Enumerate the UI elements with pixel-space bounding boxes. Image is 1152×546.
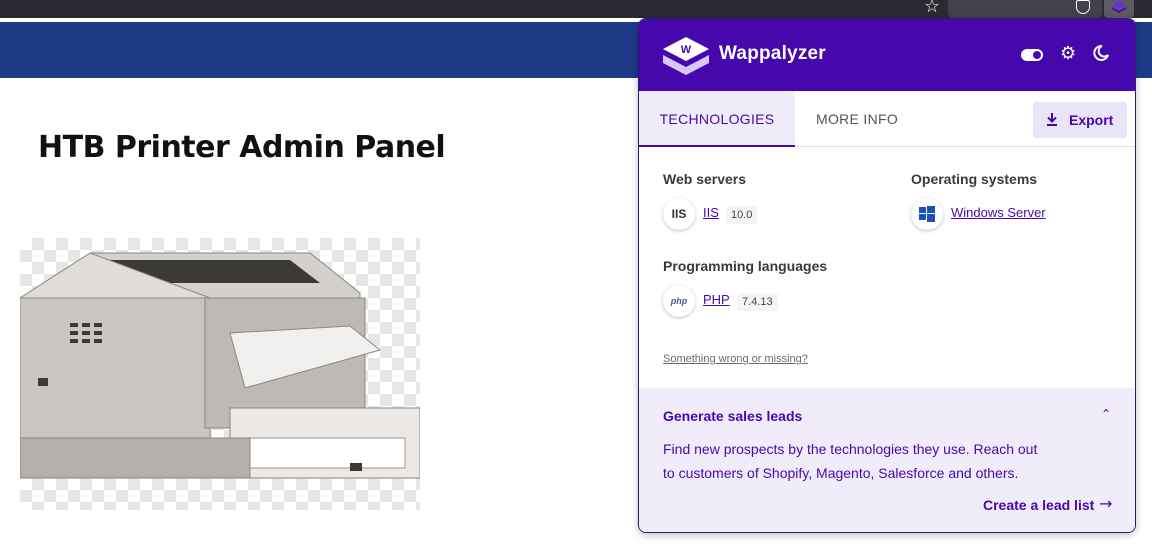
gear-icon[interactable]: ⚙ [1060, 44, 1076, 64]
bookmark-star-icon[interactable]: ☆ [924, 0, 940, 16]
leads-description: Find new prospects by the technologies t… [663, 437, 1063, 485]
tech-version-iis: 10.0 [726, 206, 758, 224]
toggle-icon[interactable] [1021, 49, 1043, 61]
browser-toolbar: ☆ ⋮ [0, 0, 1152, 18]
moon-icon[interactable] [1093, 45, 1109, 61]
menu-icon[interactable]: ⋮ [1146, 0, 1152, 14]
tech-row-windows-server[interactable]: Windows Server [911, 198, 1111, 230]
export-label: Export [1069, 112, 1114, 128]
tab-technologies[interactable]: TECHNOLOGIES [639, 91, 795, 147]
category-operating-systems: Operating systems [911, 171, 1038, 187]
export-button[interactable]: Export [1033, 102, 1127, 138]
leads-title: Generate sales leads [663, 408, 803, 424]
tech-version-php: 7.4.13 [737, 293, 778, 311]
sales-leads-panel: Generate sales leads ⌃ Find new prospect… [639, 388, 1135, 532]
download-icon [1047, 113, 1057, 126]
create-lead-list-link[interactable]: Create a lead list [983, 497, 1094, 513]
page-title: HTB Printer Admin Panel [38, 130, 446, 165]
windows-icon [911, 198, 943, 230]
wappalyzer-extension-button[interactable] [1104, 0, 1134, 18]
svg-text:W: W [681, 44, 692, 56]
leads-text-line-2: to customers of Shopify, Magento, Salesf… [663, 465, 1019, 481]
wappalyzer-popup: W Wappalyzer ⚙ TECHNOLOGIES MORE INFO Ex… [638, 18, 1136, 533]
brand-name: Wappalyzer [719, 43, 826, 64]
tech-row-php[interactable]: php PHP 7.4.13 [663, 285, 883, 317]
wappalyzer-logo-icon: W [663, 37, 709, 75]
category-programming-languages: Programming languages [663, 258, 828, 274]
arrow-right-icon[interactable]: → [1099, 494, 1112, 513]
tech-row-iis[interactable]: IIS IIS 10.0 [663, 198, 883, 230]
feedback-link[interactable]: Something wrong or missing? [663, 353, 808, 365]
printer-illustration [18, 252, 421, 479]
php-icon: php [663, 285, 695, 317]
shield-icon[interactable] [1076, 0, 1090, 14]
printer-image [18, 238, 421, 510]
tab-more-info[interactable]: MORE INFO [799, 91, 915, 147]
tech-name-php[interactable]: PHP [703, 292, 730, 307]
tech-name-windows-server[interactable]: Windows Server [951, 205, 1046, 220]
category-web-servers: Web servers [663, 171, 747, 187]
leads-text-line-1: Find new prospects by the technologies t… [663, 441, 1038, 457]
iis-icon: IIS [663, 198, 695, 230]
chevron-up-icon[interactable]: ⌃ [1101, 407, 1111, 421]
wappalyzer-extension-icon [1112, 1, 1126, 13]
popup-header: W Wappalyzer ⚙ [639, 19, 1135, 91]
tech-name-iis[interactable]: IIS [703, 205, 719, 220]
